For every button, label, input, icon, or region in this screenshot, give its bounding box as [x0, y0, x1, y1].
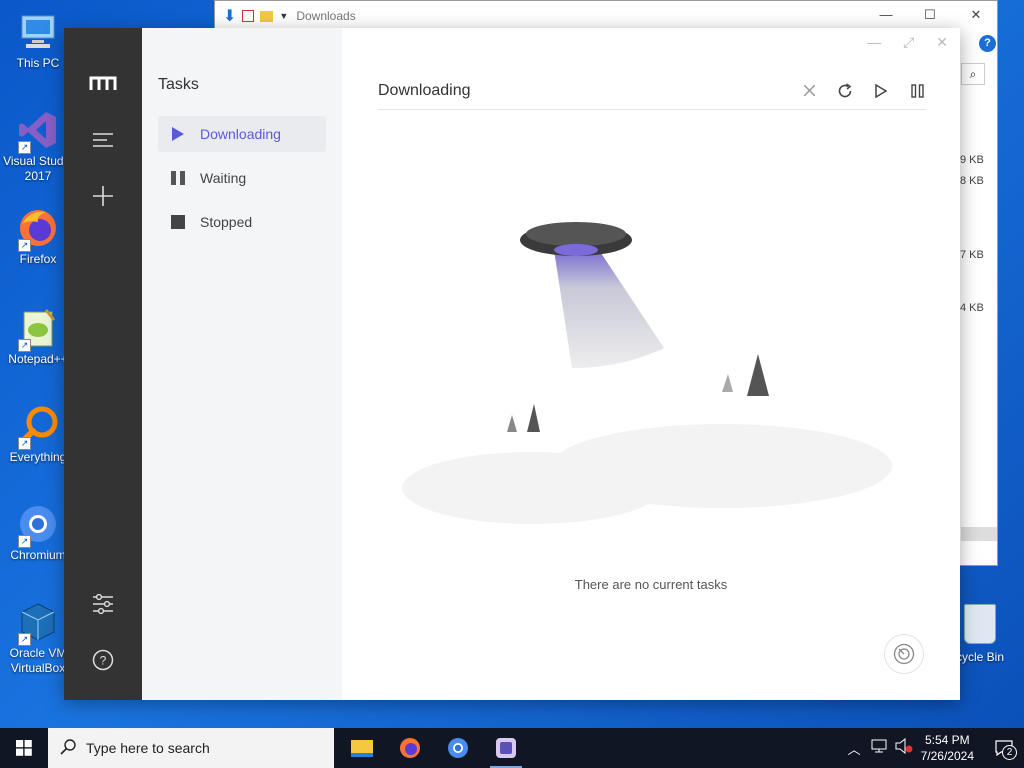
refresh-icon[interactable] — [836, 82, 854, 100]
download-arrow-icon: ⬇ — [223, 8, 237, 25]
minimize-button[interactable]: — — [877, 7, 895, 22]
task-list-panel: — ⤢ ✕ Downloading There are no current t… — [342, 28, 960, 700]
desktop-icon-label: cycle Bin — [955, 650, 1005, 664]
sidebar-item-waiting[interactable]: Waiting — [158, 160, 326, 196]
desktop-icon-label: Oracle VM VirtualBox — [9, 646, 67, 675]
shortcut-arrow-icon: ↗ — [18, 339, 31, 352]
desktop-icon-label: Firefox — [19, 252, 57, 266]
file-size: 7 KB — [960, 249, 984, 261]
app-logo-icon[interactable] — [88, 68, 118, 98]
sidebar-item-label: Waiting — [200, 170, 247, 186]
chromium-icon: ↗ — [16, 502, 60, 548]
taskbar-file-explorer[interactable] — [338, 728, 386, 768]
volume-muted-icon[interactable] — [895, 737, 913, 759]
windows-logo-icon — [16, 740, 32, 756]
maximize-button[interactable]: ⤢ — [903, 34, 914, 51]
sidebar-item-label: Downloading — [200, 126, 281, 142]
properties-icon[interactable] — [242, 10, 255, 22]
motrix-window[interactable]: ? Tasks Downloading Waiting Stopped — ⤢ — [64, 28, 960, 700]
folder-icon[interactable] — [260, 10, 274, 22]
firefox-icon: ↗ — [16, 206, 60, 252]
file-size: 4 KB — [960, 302, 984, 314]
menu-icon[interactable] — [88, 125, 118, 155]
chromium-icon — [448, 738, 468, 758]
pause-all-icon[interactable] — [908, 82, 926, 100]
taskbar: Type here to search ︿ 5:54 PM 7/26/2024 … — [0, 728, 1024, 768]
svg-text:?: ? — [100, 654, 107, 668]
taskbar-chromium[interactable] — [434, 728, 482, 768]
start-button[interactable] — [0, 728, 48, 768]
maximize-button[interactable]: ☐ — [921, 7, 939, 23]
taskbar-firefox[interactable] — [386, 728, 434, 768]
sidebar-item-label: Stopped — [200, 214, 253, 230]
help-icon[interactable]: ? — [88, 645, 118, 675]
computer-icon — [16, 10, 60, 54]
sidebar-item-downloading[interactable]: Downloading — [158, 116, 326, 152]
desktop-icon-label: Visual Studio 2017 — [3, 154, 73, 183]
shortcut-arrow-icon: ↗ — [18, 141, 31, 154]
close-button[interactable]: ✕ — [967, 7, 985, 23]
folder-icon — [351, 739, 373, 757]
taskbar-search-box[interactable]: Type here to search — [48, 728, 334, 768]
preferences-icon[interactable] — [88, 589, 118, 619]
horizontal-scrollbar[interactable] — [961, 527, 997, 541]
clock-date: 7/26/2024 — [920, 749, 974, 763]
clock-time: 5:54 PM — [924, 733, 970, 747]
shortcut-arrow-icon: ↗ — [18, 437, 31, 450]
add-task-icon[interactable] — [88, 181, 118, 211]
taskbar-clock[interactable]: 5:54 PM 7/26/2024 — [921, 732, 974, 764]
desktop-icon-label: Chromium — [10, 548, 66, 562]
sidebar-item-stopped[interactable]: Stopped — [158, 204, 326, 240]
search-icon — [60, 738, 76, 758]
window-controls: — ⤢ ✕ — [867, 34, 948, 51]
file-size: 8 KB — [960, 175, 984, 187]
speedometer-icon — [893, 643, 915, 665]
close-button[interactable]: ✕ — [936, 34, 948, 51]
speed-limit-button[interactable] — [884, 634, 924, 674]
taskbar-motrix[interactable] — [482, 728, 530, 768]
shortcut-arrow-icon: ↗ — [18, 535, 31, 548]
visual-studio-icon: ↗ — [16, 108, 60, 154]
system-tray: ︿ 5:54 PM 7/26/2024 2 — [848, 728, 1024, 768]
sidebar-title: Tasks — [158, 76, 199, 93]
firefox-icon — [400, 738, 420, 758]
notification-count-badge: 2 — [1002, 745, 1017, 760]
file-size: 9 KB — [960, 154, 984, 166]
help-icon[interactable]: ? — [979, 35, 996, 52]
task-sidebar: Tasks Downloading Waiting Stopped — [142, 28, 342, 700]
search-icon[interactable]: ⌕ — [961, 63, 985, 85]
stop-icon — [170, 214, 186, 230]
play-icon — [170, 126, 186, 142]
dropdown-arrow-icon[interactable]: ▼ — [279, 11, 288, 21]
desktop-icon-label: Notepad++ — [8, 352, 68, 366]
chevron-up-icon[interactable]: ︿ — [848, 739, 861, 758]
shortcut-arrow-icon: ↗ — [18, 239, 31, 252]
panel-header: Downloading — [378, 72, 926, 110]
page-title: Downloading — [378, 81, 471, 99]
shortcut-arrow-icon: ↗ — [18, 633, 31, 646]
notepadpp-icon: ↗ — [16, 306, 60, 352]
everything-search-icon: ↗ — [16, 404, 60, 450]
network-icon[interactable] — [871, 739, 887, 758]
delete-task-icon[interactable] — [800, 82, 818, 100]
empty-state-illustration — [402, 208, 902, 528]
motrix-app-icon — [496, 738, 516, 758]
app-rail: ? — [64, 28, 142, 700]
recycle-bin-icon — [964, 604, 996, 644]
empty-state-message: There are no current tasks — [574, 577, 728, 592]
virtualbox-icon: ↗ — [16, 600, 60, 646]
pause-icon — [170, 170, 186, 186]
minimize-button[interactable]: — — [867, 34, 881, 51]
search-placeholder: Type here to search — [86, 740, 210, 756]
explorer-title: Downloads — [296, 9, 356, 23]
desktop-icon-label: This PC — [16, 56, 60, 70]
desktop-icon-label: Everything — [9, 450, 67, 464]
action-center-button[interactable]: 2 — [984, 728, 1024, 768]
resume-all-icon[interactable] — [872, 82, 890, 100]
